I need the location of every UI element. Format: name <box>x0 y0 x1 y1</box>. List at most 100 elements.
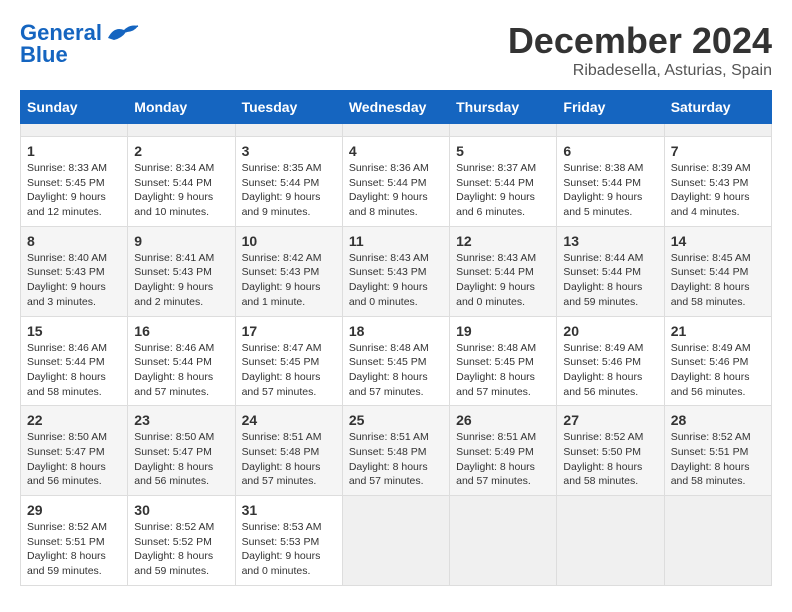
logo: General Blue <box>20 20 140 68</box>
day-number: 22 <box>27 412 121 428</box>
day-content: Sunrise: 8:49 AMSunset: 5:46 PMDaylight:… <box>671 341 765 400</box>
day-number: 18 <box>349 323 443 339</box>
day-content: Sunrise: 8:46 AMSunset: 5:44 PMDaylight:… <box>134 341 228 400</box>
week-row-5: 29 Sunrise: 8:52 AMSunset: 5:51 PMDayligh… <box>21 496 772 586</box>
day-number: 2 <box>134 143 228 159</box>
day-number: 26 <box>456 412 550 428</box>
day-cell: 27 Sunrise: 8:52 AMSunset: 5:50 PMDayligh… <box>557 406 664 496</box>
day-number: 8 <box>27 233 121 249</box>
day-content: Sunrise: 8:52 AMSunset: 5:51 PMDaylight:… <box>671 430 765 489</box>
day-number: 31 <box>242 502 336 518</box>
day-number: 6 <box>563 143 657 159</box>
day-cell: 29 Sunrise: 8:52 AMSunset: 5:51 PMDayligh… <box>21 496 128 586</box>
week-row-2: 8 Sunrise: 8:40 AMSunset: 5:43 PMDaylight… <box>21 226 772 316</box>
header-sunday: Sunday <box>21 91 128 124</box>
day-cell: 13 Sunrise: 8:44 AMSunset: 5:44 PMDayligh… <box>557 226 664 316</box>
header-friday: Friday <box>557 91 664 124</box>
day-cell: 30 Sunrise: 8:52 AMSunset: 5:52 PMDayligh… <box>128 496 235 586</box>
day-content: Sunrise: 8:52 AMSunset: 5:52 PMDaylight:… <box>134 520 228 579</box>
day-content: Sunrise: 8:44 AMSunset: 5:44 PMDaylight:… <box>563 251 657 310</box>
day-cell: 18 Sunrise: 8:48 AMSunset: 5:45 PMDayligh… <box>342 316 449 406</box>
day-cell: 11Sunrise: 8:43 AMSunset: 5:43 PMDayligh… <box>342 226 449 316</box>
day-cell: 12Sunrise: 8:43 AMSunset: 5:44 PMDayligh… <box>450 226 557 316</box>
day-number: 13 <box>563 233 657 249</box>
logo-bird-icon <box>104 22 140 44</box>
day-number: 15 <box>27 323 121 339</box>
day-cell <box>235 124 342 137</box>
day-content: Sunrise: 8:41 AMSunset: 5:43 PMDaylight:… <box>134 251 228 310</box>
day-number: 19 <box>456 323 550 339</box>
day-cell <box>664 496 771 586</box>
day-cell: 23Sunrise: 8:50 AMSunset: 5:47 PMDayligh… <box>128 406 235 496</box>
day-content: Sunrise: 8:52 AMSunset: 5:50 PMDaylight:… <box>563 430 657 489</box>
day-content: Sunrise: 8:48 AMSunset: 5:45 PMDaylight:… <box>349 341 443 400</box>
day-content: Sunrise: 8:47 AMSunset: 5:45 PMDaylight:… <box>242 341 336 400</box>
day-number: 16 <box>134 323 228 339</box>
day-cell: 15Sunrise: 8:46 AMSunset: 5:44 PMDayligh… <box>21 316 128 406</box>
day-number: 3 <box>242 143 336 159</box>
calendar-header-row: SundayMondayTuesdayWednesdayThursdayFrid… <box>21 91 772 124</box>
day-content: Sunrise: 8:49 AMSunset: 5:46 PMDaylight:… <box>563 341 657 400</box>
day-cell <box>450 124 557 137</box>
week-row-0 <box>21 124 772 137</box>
day-number: 24 <box>242 412 336 428</box>
page-header: General Blue December 2024 Ribadesella, … <box>20 20 772 80</box>
day-number: 30 <box>134 502 228 518</box>
day-cell: 9Sunrise: 8:41 AMSunset: 5:43 PMDaylight… <box>128 226 235 316</box>
day-content: Sunrise: 8:37 AMSunset: 5:44 PMDaylight:… <box>456 161 550 220</box>
header-thursday: Thursday <box>450 91 557 124</box>
header-saturday: Saturday <box>664 91 771 124</box>
week-row-3: 15 Sunrise: 8:46 AMSunset: 5:44 PMDayligh… <box>21 316 772 406</box>
day-cell <box>128 124 235 137</box>
calendar-table: SundayMondayTuesdayWednesdayThursdayFrid… <box>20 90 772 586</box>
day-content: Sunrise: 8:43 AMSunset: 5:43 PMDaylight:… <box>349 251 443 310</box>
day-cell: 24 Sunrise: 8:51 AMSunset: 5:48 PMDayligh… <box>235 406 342 496</box>
day-number: 27 <box>563 412 657 428</box>
day-number: 20 <box>563 323 657 339</box>
day-cell <box>21 124 128 137</box>
day-cell: 20 Sunrise: 8:49 AMSunset: 5:46 PMDayligh… <box>557 316 664 406</box>
day-cell: 14Sunrise: 8:45 AMSunset: 5:44 PMDayligh… <box>664 226 771 316</box>
logo-blue-text: Blue <box>20 42 68 68</box>
day-cell: 2Sunrise: 8:34 AMSunset: 5:44 PMDaylight… <box>128 137 235 227</box>
day-number: 23 <box>134 412 228 428</box>
day-content: Sunrise: 8:35 AMSunset: 5:44 PMDaylight:… <box>242 161 336 220</box>
day-cell: 28 Sunrise: 8:52 AMSunset: 5:51 PMDayligh… <box>664 406 771 496</box>
title-block: December 2024 Ribadesella, Asturias, Spa… <box>508 20 772 80</box>
day-cell <box>557 124 664 137</box>
day-content: Sunrise: 8:50 AMSunset: 5:47 PMDaylight:… <box>27 430 121 489</box>
day-content: Sunrise: 8:51 AMSunset: 5:48 PMDaylight:… <box>242 430 336 489</box>
day-cell: 3 Sunrise: 8:35 AMSunset: 5:44 PMDaylight… <box>235 137 342 227</box>
day-cell: 10Sunrise: 8:42 AMSunset: 5:43 PMDayligh… <box>235 226 342 316</box>
day-number: 12 <box>456 233 550 249</box>
day-cell <box>664 124 771 137</box>
day-number: 10 <box>242 233 336 249</box>
day-cell: 6 Sunrise: 8:38 AMSunset: 5:44 PMDaylight… <box>557 137 664 227</box>
day-content: Sunrise: 8:52 AMSunset: 5:51 PMDaylight:… <box>27 520 121 579</box>
month-title: December 2024 <box>508 20 772 62</box>
day-number: 29 <box>27 502 121 518</box>
day-number: 25 <box>349 412 443 428</box>
day-content: Sunrise: 8:38 AMSunset: 5:44 PMDaylight:… <box>563 161 657 220</box>
day-number: 1 <box>27 143 121 159</box>
day-cell: 25Sunrise: 8:51 AMSunset: 5:48 PMDayligh… <box>342 406 449 496</box>
day-cell: 31Sunrise: 8:53 AMSunset: 5:53 PMDayligh… <box>235 496 342 586</box>
day-cell: 17 Sunrise: 8:47 AMSunset: 5:45 PMDayligh… <box>235 316 342 406</box>
day-content: Sunrise: 8:40 AMSunset: 5:43 PMDaylight:… <box>27 251 121 310</box>
header-tuesday: Tuesday <box>235 91 342 124</box>
day-cell <box>342 496 449 586</box>
day-cell: 21 Sunrise: 8:49 AMSunset: 5:46 PMDayligh… <box>664 316 771 406</box>
day-cell: 7Sunrise: 8:39 AMSunset: 5:43 PMDaylight… <box>664 137 771 227</box>
day-number: 28 <box>671 412 765 428</box>
day-number: 17 <box>242 323 336 339</box>
day-cell <box>450 496 557 586</box>
week-row-4: 22 Sunrise: 8:50 AMSunset: 5:47 PMDayligh… <box>21 406 772 496</box>
day-cell: 16 Sunrise: 8:46 AMSunset: 5:44 PMDayligh… <box>128 316 235 406</box>
header-monday: Monday <box>128 91 235 124</box>
week-row-1: 1Sunrise: 8:33 AMSunset: 5:45 PMDaylight… <box>21 137 772 227</box>
day-content: Sunrise: 8:36 AMSunset: 5:44 PMDaylight:… <box>349 161 443 220</box>
day-cell: 5Sunrise: 8:37 AMSunset: 5:44 PMDaylight… <box>450 137 557 227</box>
day-number: 21 <box>671 323 765 339</box>
day-cell: 22 Sunrise: 8:50 AMSunset: 5:47 PMDayligh… <box>21 406 128 496</box>
day-cell: 4Sunrise: 8:36 AMSunset: 5:44 PMDaylight… <box>342 137 449 227</box>
